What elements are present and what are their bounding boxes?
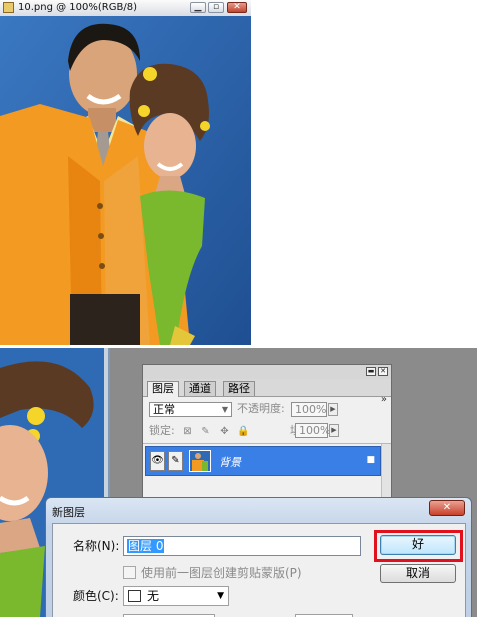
ok-button[interactable]: 好 <box>380 535 456 555</box>
layer-name-input[interactable]: 图层 0 <box>123 536 361 556</box>
eye-icon[interactable]: 👁 <box>150 451 165 471</box>
cancel-button[interactable]: 取消 <box>380 564 456 583</box>
png-file-icon <box>3 2 14 13</box>
minimize-icon: ▁ <box>194 2 202 12</box>
panel-separator <box>143 443 391 444</box>
clipping-mask-checkbox[interactable] <box>123 566 136 579</box>
tab-channels[interactable]: 通道 <box>184 381 216 396</box>
restore-button[interactable]: ▫ <box>208 2 224 13</box>
document-title: 10.png @ 100%(RGB/8) <box>18 2 137 13</box>
new-layer-dialog: 新图层 ✕ 名称(N): 图层 0 使用前一图层创建剪贴蒙版(P) 颜色(C):… <box>45 497 472 617</box>
color-value: 无 <box>147 589 160 603</box>
layers-panel: ▬ ✕ 图层 通道 路径 » 正常 ▼ 不透明度: 100% ▶ 锁定: 填充:… <box>142 364 392 506</box>
chevron-down-icon: ▼ <box>221 405 228 414</box>
color-select[interactable]: 无 ▼ <box>123 586 229 606</box>
brush-icon[interactable]: ✎ <box>168 451 183 471</box>
panel-scrollbar[interactable] <box>381 444 391 505</box>
blend-mode-value: 正常 <box>153 403 175 416</box>
clipping-mask-label: 使用前一图层创建剪贴蒙版(P) <box>141 566 302 580</box>
fill-arrow-icon[interactable]: ▶ <box>329 424 339 437</box>
restore-icon: ▫ <box>212 2 220 12</box>
color-label: 颜色(C): <box>73 589 119 603</box>
panel-menu-icon[interactable]: » <box>381 394 387 405</box>
name-label: 名称(N): <box>73 539 120 553</box>
opacity-arrow-icon[interactable]: ▶ <box>328 403 338 416</box>
panel-close-button[interactable]: ✕ <box>378 367 388 376</box>
close-button[interactable]: ✕ <box>227 2 247 13</box>
lock-label: 锁定: <box>149 424 175 437</box>
document-titlebar[interactable]: 10.png @ 100%(RGB/8) ▁ ▫ ✕ <box>0 0 251 17</box>
minimize-icon: ▬ <box>367 367 375 375</box>
close-icon: ✕ <box>380 367 386 375</box>
color-swatch <box>128 590 141 602</box>
dialog-title: 新图层 <box>52 506 85 519</box>
layer-name-value: 图层 0 <box>127 539 165 553</box>
lock-icon: ■ <box>366 455 375 465</box>
chevron-down-icon: ▼ <box>217 591 224 601</box>
layer-row-background[interactable]: 👁 ✎ 背景 ■ <box>145 446 381 476</box>
panel-titlebar[interactable]: ▬ ✕ <box>143 365 391 380</box>
dialog-close-button[interactable]: ✕ <box>429 500 465 516</box>
blend-mode-select[interactable]: 正常 ▼ <box>149 402 232 417</box>
tab-layers[interactable]: 图层 <box>147 381 179 397</box>
tab-paths[interactable]: 路径 <box>223 381 255 396</box>
lock-position-icon[interactable]: ✥ <box>219 427 230 438</box>
layer-thumbnail <box>189 450 211 472</box>
fill-field[interactable]: 100% <box>295 423 330 438</box>
close-icon: ✕ <box>233 2 241 12</box>
layer-name: 背景 <box>219 456 241 469</box>
document-window: 10.png @ 100%(RGB/8) ▁ ▫ ✕ <box>0 0 251 345</box>
opacity-label: 不透明度: <box>237 402 285 415</box>
minimize-button[interactable]: ▁ <box>190 2 206 13</box>
panel-tabs: 图层 通道 路径 » <box>143 379 391 405</box>
lock-image-icon[interactable]: ✎ <box>200 427 211 438</box>
dialog-body: 名称(N): 图层 0 使用前一图层创建剪贴蒙版(P) 颜色(C): 无 ▼ 好… <box>52 523 466 617</box>
couple-photo <box>0 16 251 345</box>
close-icon: ✕ <box>442 502 452 513</box>
opacity-field[interactable]: 100% <box>291 402 327 417</box>
lock-transparent-icon[interactable]: ⊠ <box>182 427 193 438</box>
lock-all-icon[interactable]: 🔒 <box>237 427 249 438</box>
panel-minimize-button[interactable]: ▬ <box>366 367 376 376</box>
